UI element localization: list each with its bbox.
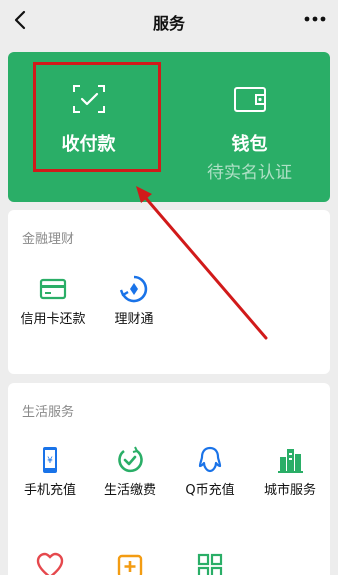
city-services-label: 城市服务 xyxy=(263,483,316,498)
city-icon xyxy=(278,449,303,473)
qq-icon xyxy=(198,446,222,473)
utility-bill-tile[interactable]: 生活缴费 xyxy=(90,445,170,501)
svg-text:¥: ¥ xyxy=(47,456,53,466)
wallet-label: 钱包 xyxy=(231,134,268,155)
heart-icon xyxy=(36,552,64,575)
wallet-icon xyxy=(233,87,266,112)
scan-check-icon xyxy=(72,85,105,113)
wealth-tile[interactable]: 理财通 xyxy=(94,274,174,330)
wallet-status: 待实名认证 xyxy=(207,163,292,183)
medical-icon xyxy=(117,554,143,575)
wealth-icon xyxy=(119,275,148,303)
payment-card: 收付款 钱包 待实名认证 xyxy=(8,52,330,202)
phone-topup-label: 手机充值 xyxy=(23,483,76,498)
credit-card-repay-label: 信用卡还款 xyxy=(20,312,86,327)
credit-card-repay-tile[interactable]: 信用卡还款 xyxy=(13,274,93,330)
more-dots-icon xyxy=(304,16,326,22)
city-services-tile[interactable]: 城市服务 xyxy=(250,445,330,501)
phone-icon: ¥ xyxy=(43,447,57,473)
phone-topup-tile[interactable]: ¥ 手机充值 xyxy=(10,445,90,501)
page-title: 服务 xyxy=(152,14,185,33)
pay-receive-label: 收付款 xyxy=(61,134,116,155)
wealth-label: 理财通 xyxy=(114,312,154,327)
more-button[interactable] xyxy=(300,6,330,32)
charity-tile[interactable] xyxy=(10,551,90,575)
more-services-tile[interactable] xyxy=(170,551,250,575)
credit-card-icon xyxy=(39,278,67,300)
finance-section-title: 金融理财 xyxy=(22,232,75,247)
life-services-section: 生活服务 ¥ 手机充值 生活缴费 Q币充值 城市服务 xyxy=(8,383,330,575)
qcoin-topup-tile[interactable]: Q币充值 xyxy=(170,445,250,501)
life-section-title: 生活服务 xyxy=(22,405,75,420)
nav-bar: 服务 xyxy=(0,0,338,44)
utility-bill-label: 生活缴费 xyxy=(103,483,156,498)
qcoin-topup-label: Q币充值 xyxy=(185,483,235,498)
bill-icon xyxy=(118,446,143,473)
grid-icon xyxy=(197,553,223,575)
medical-tile[interactable] xyxy=(90,551,170,575)
pay-receive-button[interactable]: 收付款 xyxy=(8,52,169,202)
finance-section: 金融理财 信用卡还款 理财通 xyxy=(8,210,330,374)
wallet-button[interactable]: 钱包 待实名认证 xyxy=(169,52,330,202)
